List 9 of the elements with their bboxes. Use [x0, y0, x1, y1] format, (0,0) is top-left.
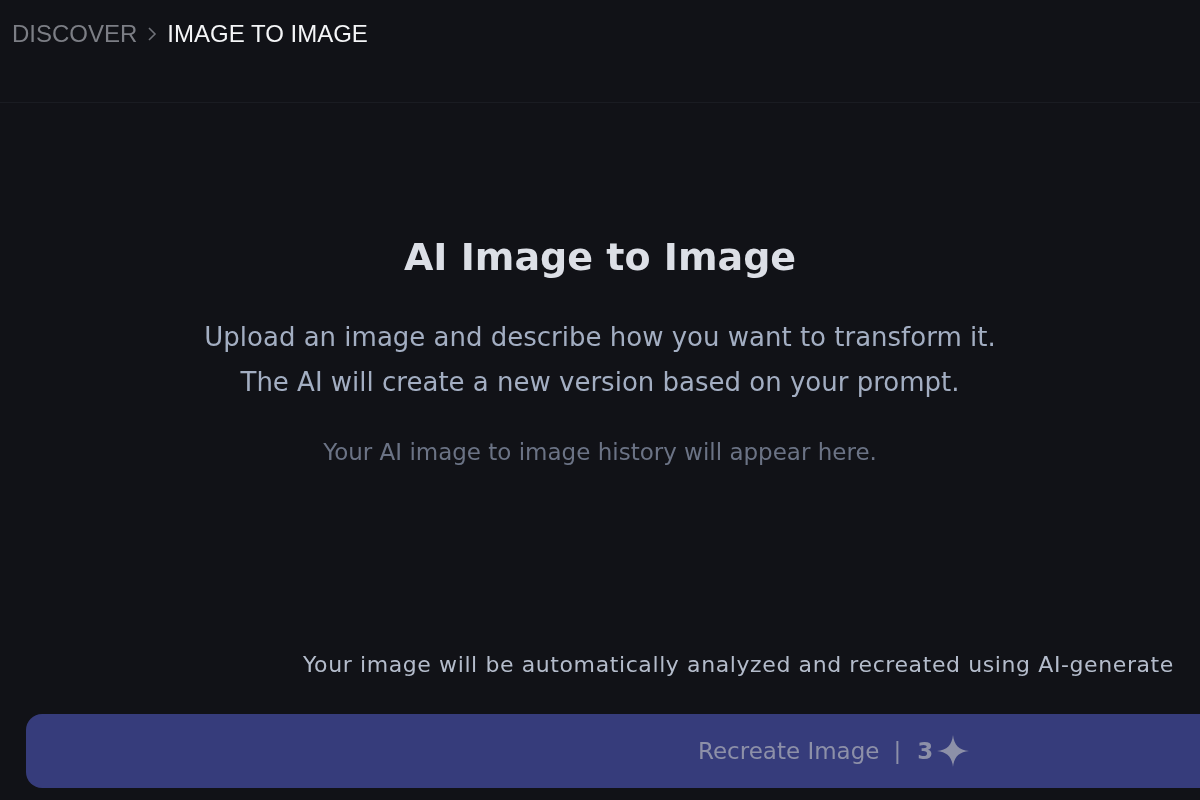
- breadcrumb-link[interactable]: IMAGE TO IMAGE: [167, 19, 368, 49]
- chevron-right-icon: [147, 27, 158, 41]
- sparkle-icon: [937, 735, 970, 767]
- description-text: Upload an image and describe how you want to transform it.: [204, 321, 996, 354]
- description-text: The AI will create a new version based on your prompt.: [240, 366, 960, 399]
- notice-text: Your image will be automatically analyzed and recreated using AI-generate: [303, 651, 1175, 679]
- empty-history-text: Your AI image to image history will appear here.: [323, 438, 877, 467]
- breadcrumb-link[interactable]: DISCOVER: [12, 19, 138, 49]
- page-title: AI Image to Image: [403, 234, 797, 281]
